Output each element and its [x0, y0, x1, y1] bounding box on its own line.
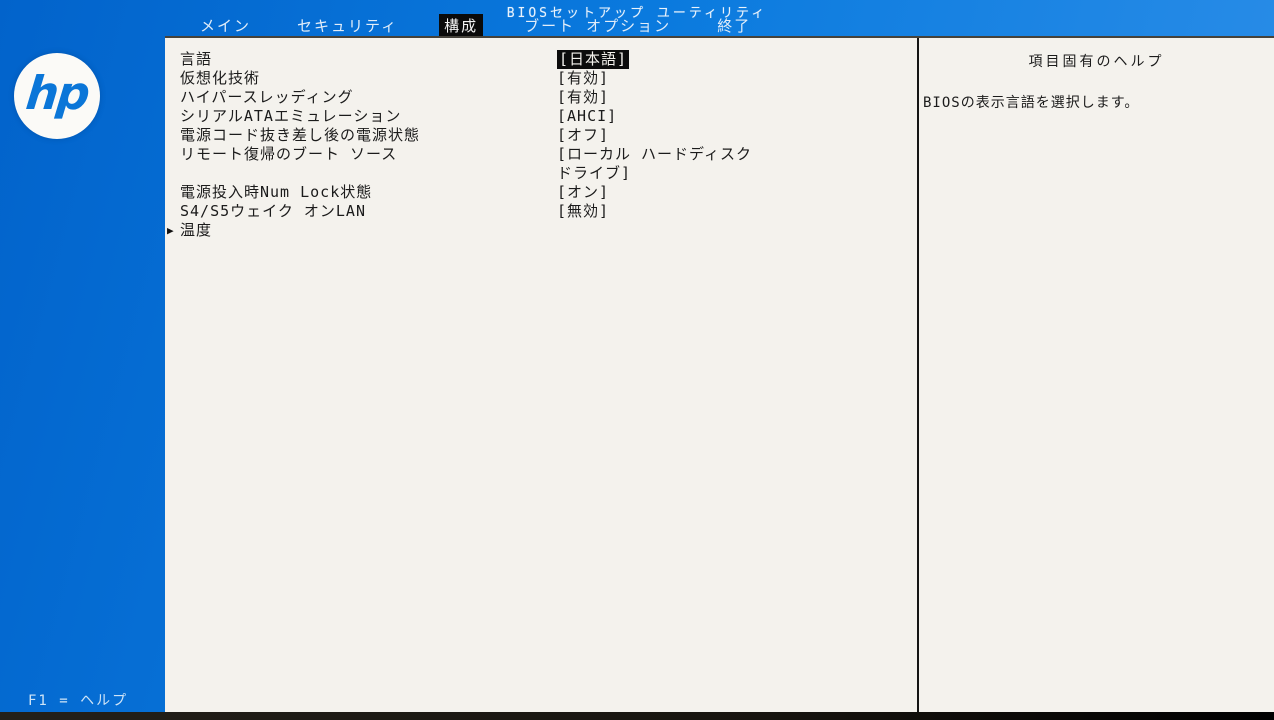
tab-exit[interactable]: 終了: [712, 14, 756, 37]
setting-row-sata-emulation[interactable]: シリアルATAエミュレーション [AHCI]: [180, 107, 915, 126]
setting-label: S4/S5ウェイク オンLAN: [180, 202, 557, 221]
tab-configuration[interactable]: 構成: [439, 14, 483, 37]
setting-value[interactable]: [有効]: [557, 69, 609, 88]
setting-row-remote-wake-boot-source[interactable]: リモート復帰のブート ソース [ローカル ハードディスク ドライブ]: [180, 145, 915, 183]
content-area: 言語 [日本語] 仮想化技術 [有効] ハイパースレッディング [有効] シリア…: [165, 36, 1274, 712]
menu-bar: メイン セキュリティ 構成 ブート オプション 終了: [195, 15, 756, 36]
panel-divider: [917, 38, 919, 712]
setting-value[interactable]: [オフ]: [557, 126, 609, 145]
setting-row-virtualization[interactable]: 仮想化技術 [有効]: [180, 69, 915, 88]
setting-value[interactable]: [ローカル ハードディスク ドライブ]: [557, 145, 752, 183]
help-text: BIOSの表示言語を選択します。: [919, 92, 1274, 112]
setting-value[interactable]: [AHCI]: [557, 107, 617, 126]
setting-row-numlock-state[interactable]: 電源投入時Num Lock状態 [オン]: [180, 183, 915, 202]
setting-label: 電源コード抜き差し後の電源状態: [180, 126, 557, 145]
settings-list: 言語 [日本語] 仮想化技術 [有効] ハイパースレッディング [有効] シリア…: [165, 38, 915, 240]
setting-label: 仮想化技術: [180, 69, 557, 88]
setting-value-selected[interactable]: [日本語]: [557, 50, 629, 69]
setting-row-power-state-after-ac[interactable]: 電源コード抜き差し後の電源状態 [オフ]: [180, 126, 915, 145]
setting-row-hyperthreading[interactable]: ハイパースレッディング [有効]: [180, 88, 915, 107]
tab-security[interactable]: セキュリティ: [292, 14, 403, 37]
setting-row-s4s5-wake-on-lan[interactable]: S4/S5ウェイク オンLAN [無効]: [180, 202, 915, 221]
hp-logo-text: hp: [24, 66, 91, 120]
hp-logo: hp: [14, 53, 100, 139]
screen-bottom-edge: [0, 712, 1274, 720]
setting-label: リモート復帰のブート ソース: [180, 145, 557, 183]
submenu-arrow-icon: ▶: [167, 221, 175, 240]
setting-label: ハイパースレッディング: [180, 88, 557, 107]
setting-label: シリアルATAエミュレーション: [180, 107, 557, 126]
tab-main[interactable]: メイン: [195, 14, 256, 37]
setting-row-language[interactable]: 言語 [日本語]: [180, 50, 915, 69]
help-panel: 項目固有のヘルプ BIOSの表示言語を選択します。: [919, 38, 1274, 112]
setting-value[interactable]: [オン]: [557, 183, 609, 202]
help-title: 項目固有のヘルプ: [919, 51, 1274, 71]
setting-label: 電源投入時Num Lock状態: [180, 183, 557, 202]
setting-value[interactable]: [有効]: [557, 88, 609, 107]
setting-row-temperature-submenu[interactable]: ▶ 温度: [180, 221, 915, 240]
tab-boot-options[interactable]: ブート オプション: [519, 14, 676, 37]
setting-label: 温度: [180, 221, 557, 240]
bios-setup-screen: BIOSセットアップ ユーティリティ メイン セキュリティ 構成 ブート オプシ…: [0, 0, 1274, 720]
setting-label: 言語: [180, 50, 557, 69]
f1-help-hint: F1 = ヘルプ: [28, 690, 128, 710]
setting-value[interactable]: [無効]: [557, 202, 609, 221]
